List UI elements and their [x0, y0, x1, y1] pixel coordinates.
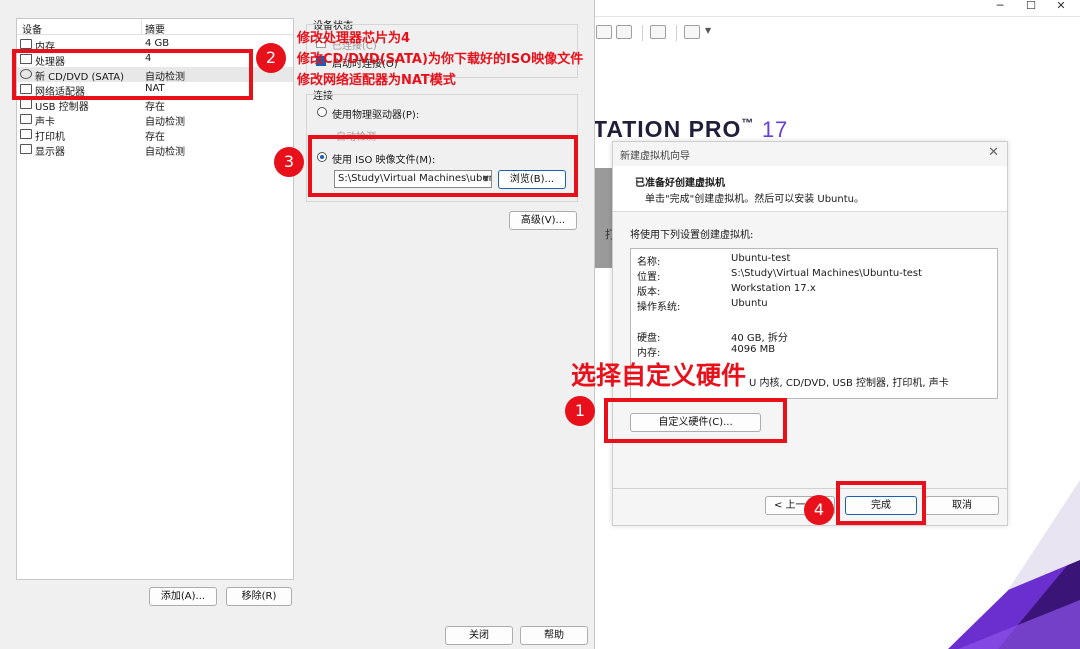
badge-2: 2: [256, 43, 286, 73]
summary-row: 名称: Ubuntu-test: [637, 253, 791, 268]
toolbar-divider: [593, 16, 1080, 17]
device-list-header: 设备 摘要: [17, 19, 293, 36]
close-button[interactable]: 关闭: [445, 626, 513, 645]
wizard-subheading: 单击"完成"创建虚拟机。然后可以安装 Ubuntu。: [645, 194, 864, 205]
summary-row: 位置: S:\Study\Virtual Machines\Ubuntu-test: [637, 268, 923, 283]
memory-icon: [20, 39, 32, 49]
wizard-title: 新建虚拟机向导: [620, 151, 690, 162]
badge-1: 1: [565, 396, 595, 426]
close-window-button[interactable]: ✕: [1048, 0, 1074, 14]
printer-icon: [20, 129, 32, 139]
minimize-button[interactable]: ─: [987, 0, 1013, 14]
toolbar-separator: [676, 25, 677, 41]
help-button[interactable]: 帮助: [520, 626, 588, 645]
annotation-box-1: [604, 398, 787, 443]
fullscreen-icon[interactable]: [684, 25, 700, 39]
device-row-printer[interactable]: 打印机 存在: [17, 127, 293, 143]
remove-device-button[interactable]: 移除(R): [226, 587, 292, 606]
instruction-notes: 修改处理器芯片为4 修改CD/DVD(SATA)为你下载好的ISO映像文件 修改…: [297, 28, 583, 91]
monitor-icon: [20, 144, 32, 154]
summary-row: 硬盘: 40 GB, 拆分: [637, 333, 788, 344]
advanced-button[interactable]: 高级(V)...: [509, 211, 577, 230]
annotation-box-2: [12, 49, 253, 100]
device-row-display[interactable]: 显示器 自动检测: [17, 142, 293, 158]
clone-icon[interactable]: [616, 25, 632, 39]
maximize-button[interactable]: ☐: [1018, 0, 1044, 14]
note-customize: 选择自定义硬件: [571, 361, 747, 390]
close-icon[interactable]: ✕: [988, 145, 999, 160]
annotation-box-4: [836, 481, 926, 525]
column-device[interactable]: 设备: [22, 21, 42, 36]
dialog-border: [594, 0, 595, 649]
summary-row: 操作系统: Ubuntu: [637, 298, 768, 313]
new-vm-wizard-dialog: 新建虚拟机向导 ✕ 已准备好创建虚拟机 单击"完成"创建虚拟机。然后可以安装 U…: [612, 141, 1008, 526]
cancel-button[interactable]: 取消: [925, 496, 999, 515]
product-brand: TATION PRO™ 17: [593, 116, 789, 142]
annotation-box-3: [308, 135, 578, 197]
speaker-icon: [20, 114, 32, 124]
device-list[interactable]: 设备 摘要 内存 4 GB 处理器 4 新 CD/DVD (SATA) 自动检测…: [16, 18, 294, 580]
chevron-down-icon[interactable]: ▼: [705, 26, 711, 35]
add-device-button[interactable]: 添加(A)...: [149, 587, 217, 606]
toolbar-separator: [642, 25, 643, 41]
note-network: 修改网络适配器为NAT模式: [297, 73, 456, 88]
column-summary[interactable]: 摘要: [145, 21, 165, 36]
wizard-separator: [613, 488, 1007, 489]
usb-icon: [20, 99, 32, 109]
summary-intro: 将使用下列设置创建虚拟机:: [630, 230, 754, 241]
device-row-sound[interactable]: 声卡 自动检测: [17, 112, 293, 128]
summary-row: 版本: Workstation 17.x: [637, 283, 816, 298]
console-icon[interactable]: [650, 25, 666, 39]
wizard-heading: 已准备好创建虚拟机: [635, 178, 725, 189]
physical-drive-radio[interactable]: [317, 107, 327, 117]
snapshot-icon[interactable]: [596, 25, 612, 39]
note-iso: 修改CD/DVD(SATA)为你下载好的ISO映像文件: [297, 52, 584, 67]
side-panel-strip: [593, 168, 613, 268]
physical-drive-label: 使用物理驱动器(P):: [332, 110, 420, 121]
badge-3: 3: [274, 147, 304, 177]
wizard-header: 已准备好创建虚拟机 单击"完成"创建虚拟机。然后可以安装 Ubuntu。: [613, 166, 1007, 212]
badge-4: 4: [804, 495, 834, 525]
note-cpu: 修改处理器芯片为4: [297, 31, 411, 46]
